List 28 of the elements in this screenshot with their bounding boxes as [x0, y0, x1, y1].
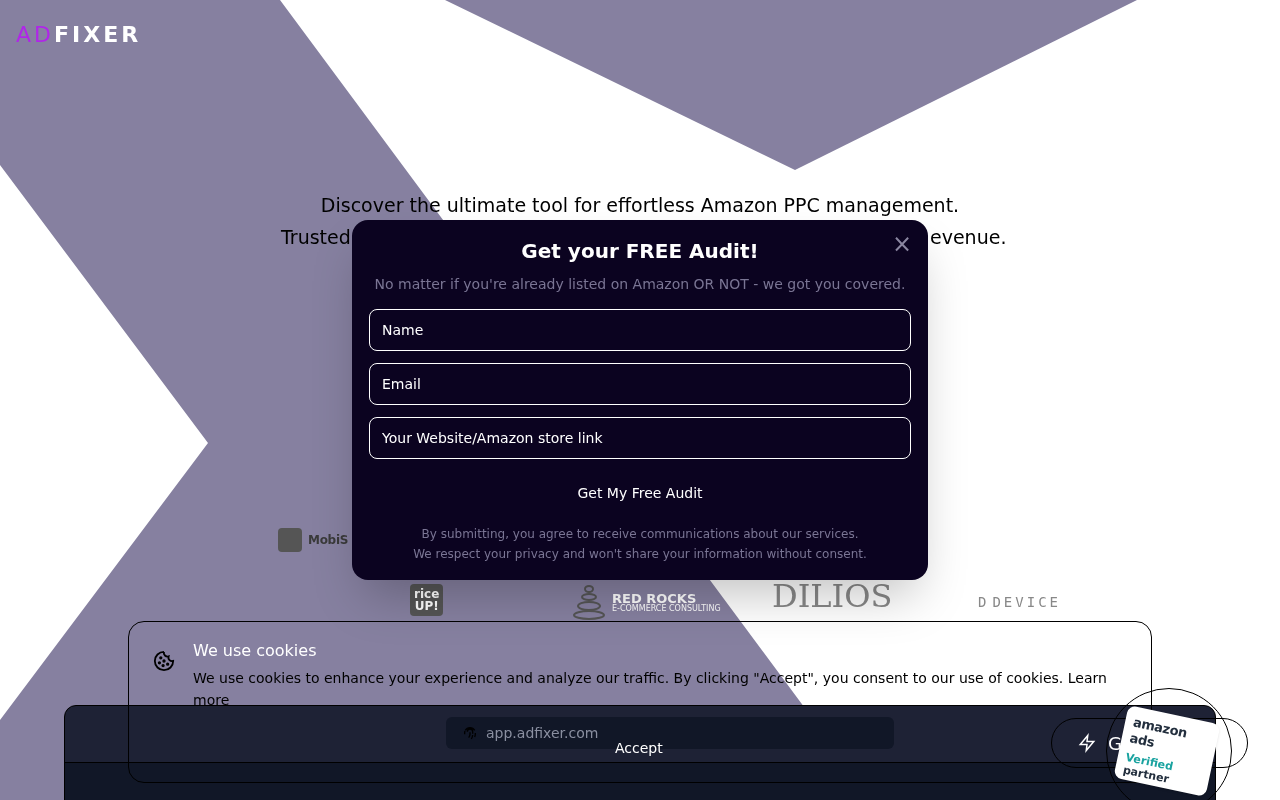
cookie-title: We use cookies	[193, 640, 317, 662]
disclaimer-text: We respect your privacy and won't share your information without consent.	[413, 546, 867, 563]
accept-button[interactable]: Accept	[607, 736, 671, 761]
disclaimer-text: By submitting, you agree to receive communications about our services.	[421, 526, 859, 543]
cookie-icon	[153, 650, 175, 672]
logo-text: DILIOS	[772, 580, 893, 612]
close-button[interactable]: ×	[891, 232, 912, 256]
logo-text: RED ROCKS	[612, 591, 697, 605]
hero-text: Trusted	[281, 225, 351, 250]
hero-text: evenue.	[930, 225, 1007, 250]
url-text: app.adfixer.com	[486, 723, 599, 743]
fingerprint-icon	[462, 725, 478, 741]
modal-title: Get your FREE Audit!	[521, 238, 759, 265]
logo-badge: rice UP!	[410, 584, 444, 616]
logo-text: MobiS	[308, 532, 349, 549]
logo-mark-icon	[278, 528, 302, 552]
logo-text: DEVICE	[992, 593, 1061, 612]
logo-text: E-COMMERCE CONSULTING	[612, 604, 721, 613]
text-input-field[interactable]: Your Website/Amazon store link	[369, 417, 911, 459]
submit-button[interactable]: Get My Free Audit	[565, 479, 715, 508]
text-input-field[interactable]: Name	[369, 309, 911, 351]
stones-icon	[572, 584, 606, 620]
logo-text: D	[978, 593, 987, 612]
lightning-icon	[1078, 733, 1096, 753]
modal-subtitle: No matter if you're already listed on Amazon OR NOT - we got you covered.	[374, 275, 906, 294]
cookie-text: We use cookies to enhance your experience and analyze our traffic. By clicking "Accept", you consent to our use of cookies. Learn more	[193, 669, 1108, 710]
adfixer-logo[interactable]: AD FIXER	[16, 24, 142, 46]
text-input-field[interactable]: Email	[369, 363, 911, 405]
